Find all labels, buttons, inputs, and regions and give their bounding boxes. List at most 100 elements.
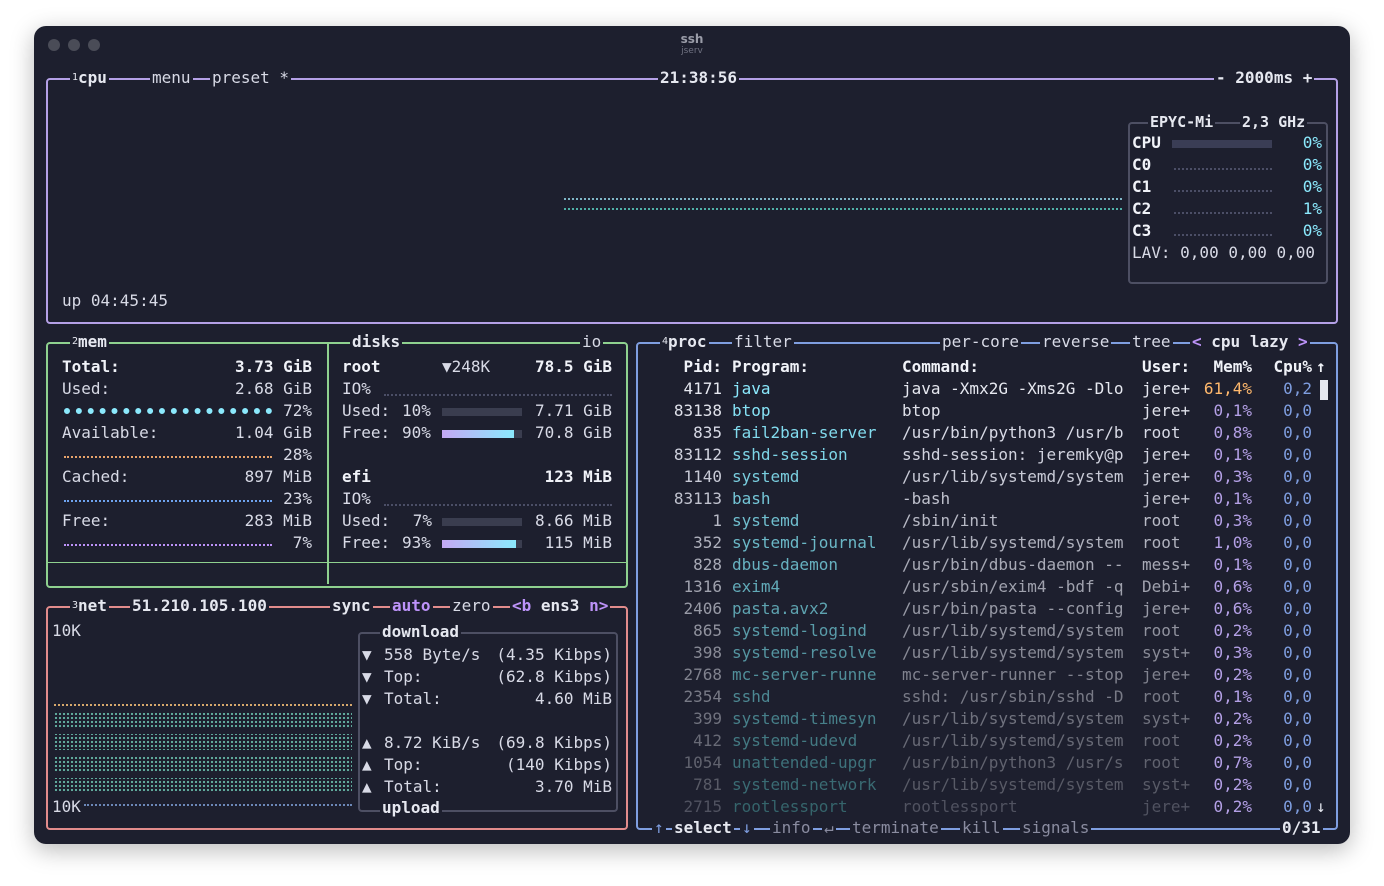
net-next-iface-button[interactable]: n>	[589, 596, 608, 615]
disks-title[interactable]: disks	[350, 332, 403, 352]
scrollbar-thumb[interactable]	[1320, 380, 1328, 400]
per-core-toggle[interactable]: per-core	[940, 332, 1022, 352]
net-download-graph-gap-2	[54, 750, 352, 756]
proc-pid: 2354	[683, 687, 722, 706]
info-button[interactable]: info	[770, 818, 813, 838]
proc-command: /usr/lib/systemd/system	[902, 775, 1124, 794]
proc-mem: 0,2%	[1213, 775, 1252, 794]
menu-button[interactable]: menu	[150, 68, 193, 88]
disk-root-used-meter	[442, 408, 522, 416]
proc-user: root	[1142, 687, 1181, 706]
core-2-label: C2	[1132, 199, 1152, 218]
disk-efi-free-pct: 93%	[402, 533, 431, 552]
proc-mem: 0,6%	[1213, 599, 1252, 618]
disk-efi-used: 8.66 MiB	[534, 511, 612, 530]
disk-root-free-meter	[442, 430, 514, 438]
proc-mem: 0,6%	[1213, 577, 1252, 596]
col-cpu-header[interactable]: Cpu%	[1262, 356, 1312, 378]
core-3-graph	[1174, 234, 1272, 236]
proc-cpu: 0,0	[1283, 423, 1312, 442]
proc-mem: 0,1%	[1213, 555, 1252, 574]
scroll-down-arrow[interactable]: ↓	[1316, 796, 1326, 818]
proc-user: root	[1142, 753, 1181, 772]
disk-efi-name[interactable]: efi	[342, 466, 371, 488]
signals-button[interactable]: signals	[1020, 818, 1092, 838]
disk-efi-used-meter	[442, 518, 522, 526]
proc-user: mess+	[1142, 555, 1191, 574]
tree-toggle[interactable]: tree	[1130, 332, 1173, 352]
select-up-arrow[interactable]: ↑	[652, 818, 666, 838]
proc-title[interactable]: proc	[668, 332, 707, 351]
upload-top-arrow: ▲	[362, 755, 372, 774]
proc-user: root	[1142, 731, 1181, 750]
disk-efi-io-graph	[384, 504, 612, 506]
col-mem-header[interactable]: Mem%	[1202, 356, 1252, 378]
mem-title[interactable]: mem	[78, 332, 107, 351]
net-panel: 3net 51.210.105.100 sync auto zero <b en…	[46, 596, 628, 830]
net-title[interactable]: net	[78, 596, 107, 615]
proc-cpu: 0,0	[1283, 731, 1312, 750]
core-0-graph	[1174, 168, 1272, 170]
proc-cpu: 0,0	[1283, 555, 1312, 574]
proc-command: rootlessport	[902, 797, 1018, 816]
proc-program: sshd-session	[732, 445, 848, 464]
cpu-graph-line-upper	[564, 198, 1122, 200]
terminal-window: ssh jserv 1cpu menu preset * 21:38:56 - …	[34, 26, 1350, 844]
disk-root-name[interactable]: root	[342, 356, 381, 378]
download-rate: 558 Byte/s	[384, 645, 481, 664]
net-auto-toggle[interactable]: auto	[390, 596, 433, 616]
cpu-title[interactable]: cpu	[78, 68, 107, 87]
proc-cpu: 0,0	[1283, 621, 1312, 640]
disk-root-io-rate: ▼248K	[442, 357, 491, 376]
proc-program: pasta.avx2	[732, 599, 829, 618]
net-zero-button[interactable]: zero	[450, 596, 493, 616]
proc-command: /usr/lib/systemd/system	[902, 621, 1124, 640]
col-program-header[interactable]: Program:	[732, 356, 809, 378]
proc-program: unattended-upgr	[732, 753, 877, 772]
cpu-panel: 1cpu menu preset * 21:38:56 - 2000ms + u…	[46, 68, 1338, 324]
proc-program: systemd	[732, 467, 800, 486]
proc-command: /usr/bin/python3 /usr/s	[902, 753, 1124, 772]
proc-command: /usr/lib/systemd/system	[902, 533, 1124, 552]
net-sync-toggle[interactable]: sync	[330, 596, 373, 616]
col-command-header[interactable]: Command:	[902, 356, 979, 378]
core-0-pct: 0%	[1302, 155, 1322, 174]
select-down-arrow[interactable]: ↓	[740, 818, 754, 838]
net-prev-iface-button[interactable]: <b	[512, 596, 531, 615]
enter-icon: ↵	[822, 818, 836, 838]
proc-pid: 352	[693, 533, 722, 552]
col-user-header[interactable]: User:	[1142, 356, 1190, 378]
reverse-toggle[interactable]: reverse	[1040, 332, 1112, 352]
interval-increase-button[interactable]: +	[1303, 68, 1313, 87]
upload-rate: 8.72 KiB/s	[384, 733, 481, 752]
col-pid-header[interactable]: Pid:	[666, 356, 722, 378]
proc-program: systemd-timesyn	[732, 709, 877, 728]
io-toggle[interactable]: io	[580, 332, 604, 352]
proc-mem: 0,2%	[1213, 621, 1252, 640]
download-total-arrow: ▼	[362, 689, 372, 708]
proc-user: jere+	[1142, 489, 1191, 508]
cpu-total-pct: 0%	[1302, 133, 1322, 152]
proc-cpu: 0,0	[1283, 687, 1312, 706]
preset-button[interactable]: preset *	[210, 68, 292, 88]
interval-decrease-button[interactable]: -	[1216, 68, 1226, 87]
select-label[interactable]: select	[672, 818, 734, 838]
mem-cached-pct: 23%	[283, 489, 312, 508]
terminate-button[interactable]: terminate	[850, 818, 941, 838]
disk-efi-free-meter	[442, 540, 517, 548]
proc-mem: 0,1%	[1213, 687, 1252, 706]
proc-mem: 0,8%	[1213, 423, 1252, 442]
download-top: (62.8 Kibps)	[496, 667, 612, 686]
proc-mem: 0,1%	[1213, 445, 1252, 464]
proc-mem: 0,2%	[1213, 731, 1252, 750]
kill-button[interactable]: kill	[960, 818, 1003, 838]
mem-used-meter	[64, 408, 272, 414]
filter-button[interactable]: filter	[732, 332, 794, 352]
proc-cpu: 0,0	[1283, 753, 1312, 772]
cpu-graph-line-lower	[564, 208, 1122, 210]
sort-direction-arrow[interactable]: ↑	[1316, 356, 1326, 378]
sort-next-button[interactable]: >	[1298, 332, 1308, 351]
proc-user: syst+	[1142, 709, 1191, 728]
proc-program: rootlessport	[732, 797, 848, 816]
sort-prev-button[interactable]: <	[1192, 332, 1202, 351]
